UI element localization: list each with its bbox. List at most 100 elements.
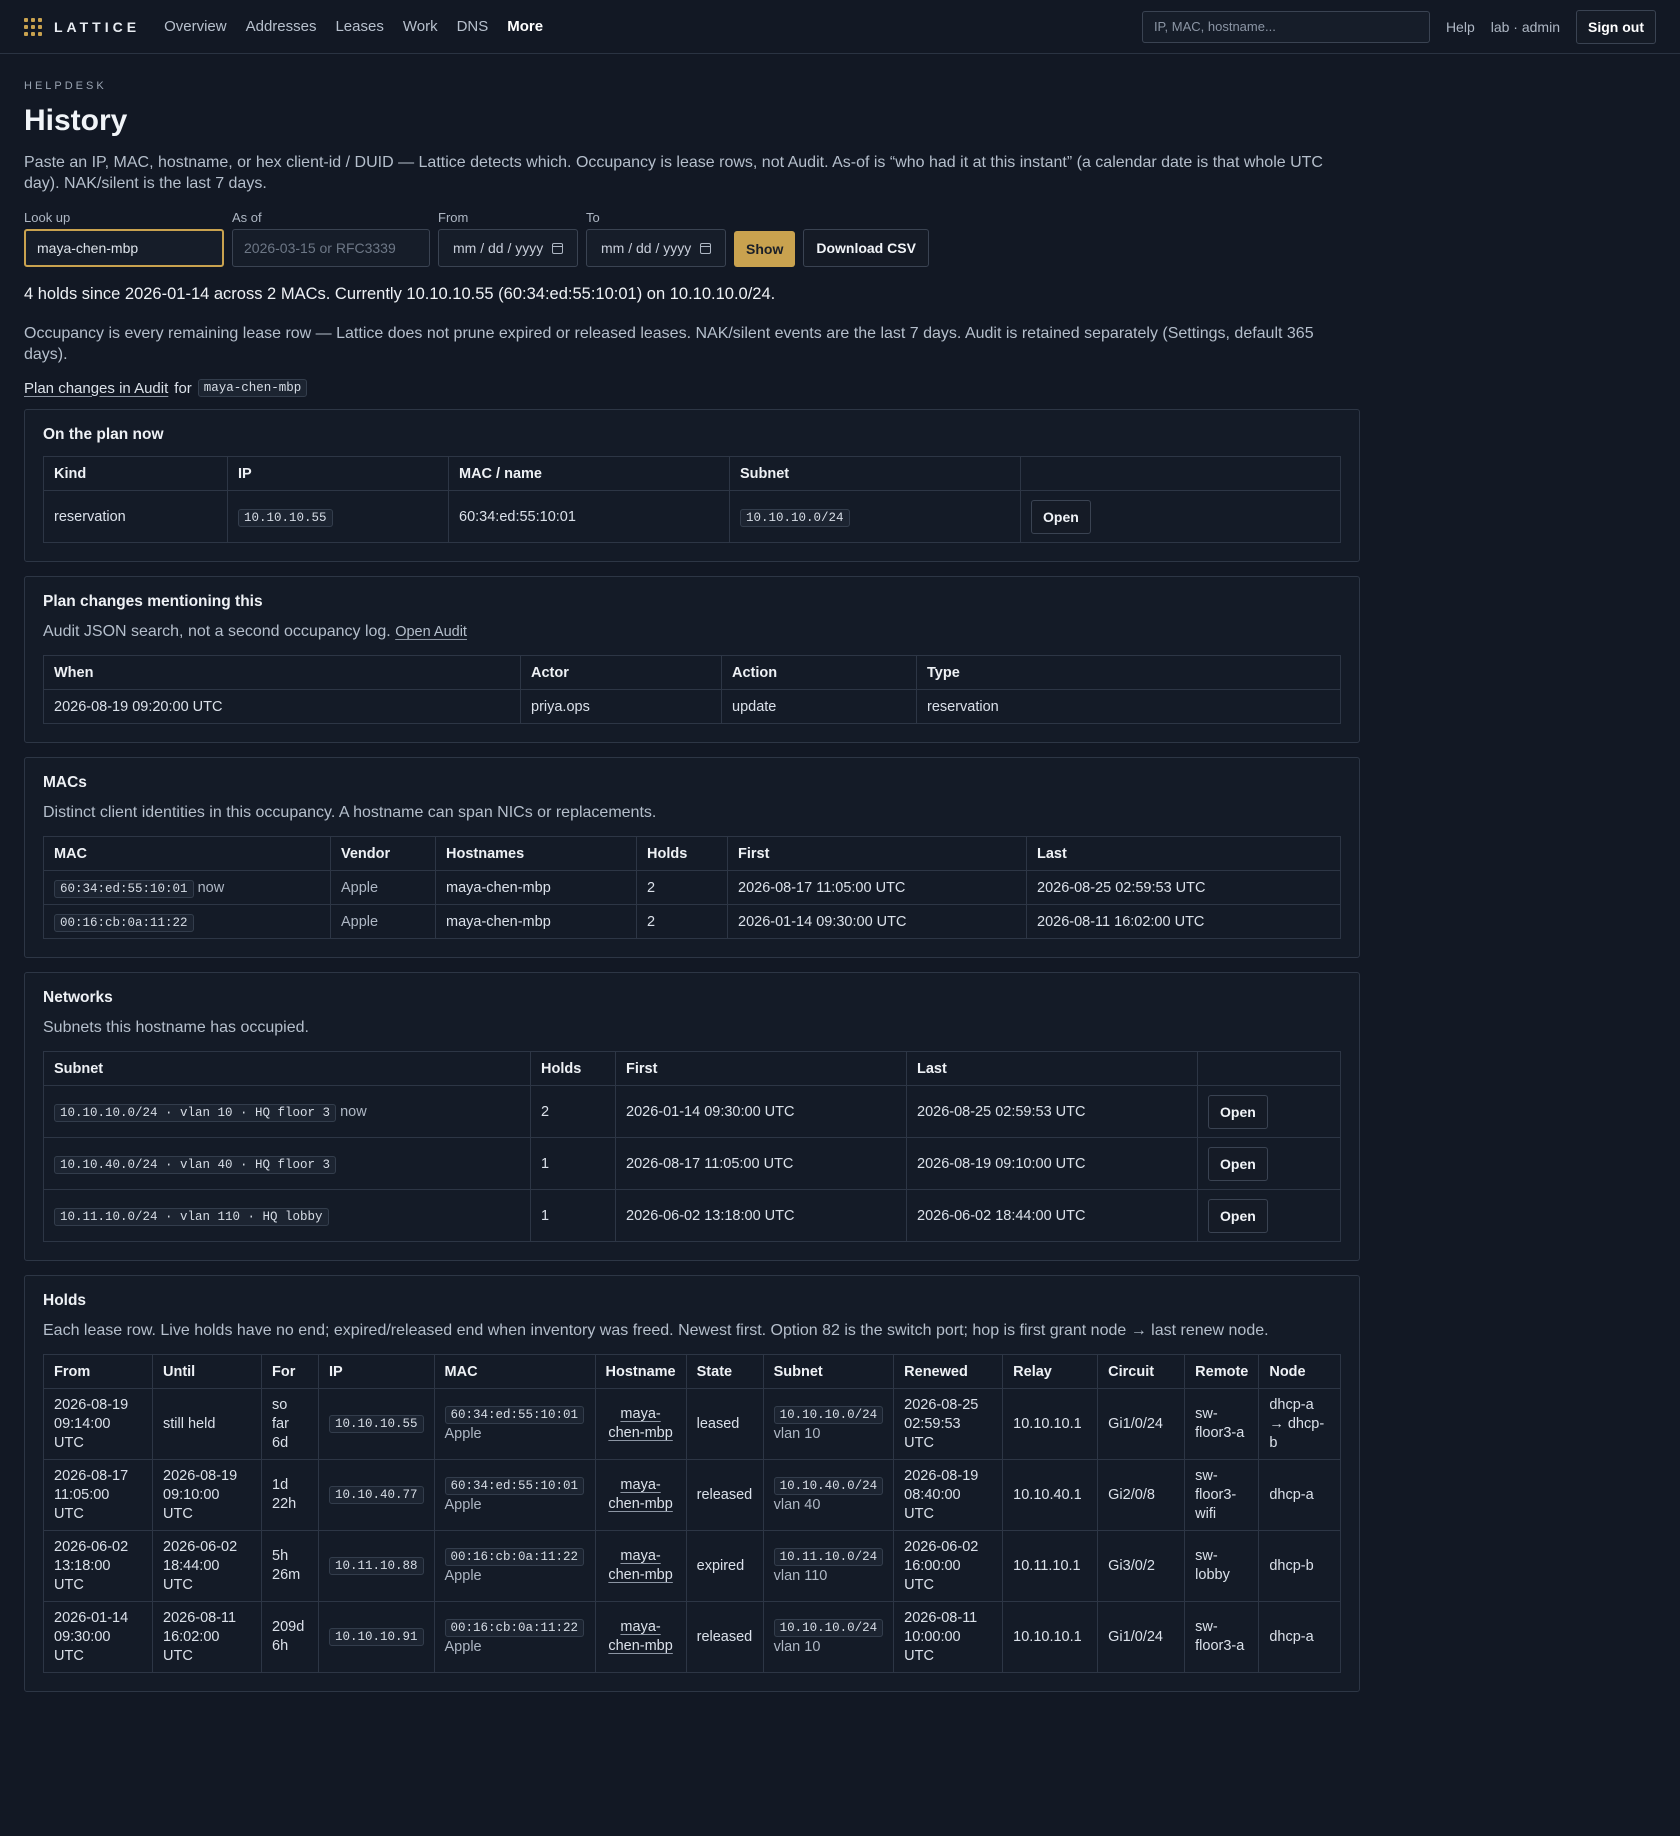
- column-header: Renewed: [893, 1354, 1004, 1389]
- logo[interactable]: LATTICE: [24, 17, 140, 36]
- panel-title: MACs: [43, 774, 87, 791]
- hostname-link[interactable]: maya-chen-mbp: [608, 1477, 672, 1512]
- for-cell: 1d 22h: [261, 1459, 319, 1531]
- nav-more[interactable]: More: [507, 18, 543, 35]
- global-search-input[interactable]: [1141, 10, 1430, 43]
- mac-cell: 60:34:ed:55:10:01: [448, 490, 730, 543]
- open-button[interactable]: Open: [1031, 499, 1091, 534]
- nav-overview[interactable]: Overview: [164, 18, 227, 35]
- table-row: 2026-01-14 09:30:00 UTC 2026-08-11 16:02:…: [43, 1601, 1341, 1673]
- relay-cell: 10.10.10.1: [1002, 1601, 1099, 1673]
- first-cell: 2026-08-17 11:05:00 UTC: [727, 870, 1027, 905]
- asof-label: As of: [232, 210, 262, 225]
- mac-code: 60:34:ed:55:10:01: [444, 1405, 585, 1424]
- open-button[interactable]: Open: [1208, 1094, 1268, 1129]
- node-cell: dhcp-a: [1258, 1459, 1341, 1531]
- remote-cell: sw-floor3-a: [1184, 1388, 1260, 1460]
- column-header: State: [685, 1354, 764, 1389]
- mac-cell: 00:16:cb:0a:11:22: [43, 904, 331, 939]
- column-header: For: [261, 1354, 319, 1389]
- when-cell: 2026-08-19 09:20:00 UTC: [43, 689, 521, 724]
- ip-code: 10.10.10.55: [329, 1415, 424, 1433]
- renewed-cell: 2026-08-25 02:59:53 UTC: [893, 1388, 1004, 1460]
- to-date-input[interactable]: mm / dd / yyyy: [586, 229, 726, 267]
- to-field: To mm / dd / yyyy: [586, 210, 726, 267]
- asof-input[interactable]: [232, 229, 430, 267]
- lookup-input[interactable]: [24, 229, 224, 267]
- column-header: Type: [916, 655, 1341, 690]
- table-row: 10.11.10.0/24 · vlan 110 · HQ lobby 1 20…: [43, 1189, 1341, 1242]
- subnet-code: 10.10.10.0/24: [773, 1618, 884, 1637]
- holds-cell: 2: [636, 904, 728, 939]
- panel-description: Each lease row. Live holds have no end; …: [43, 1322, 1269, 1339]
- plan-changes-audit-link[interactable]: Plan changes in Audit: [24, 380, 168, 397]
- circuit-cell: Gi1/0/24: [1097, 1601, 1186, 1673]
- state-cell: released: [685, 1601, 764, 1673]
- node-cell: dhcp-a: [1258, 1601, 1341, 1673]
- show-button[interactable]: Show: [734, 231, 796, 267]
- nav-work[interactable]: Work: [403, 18, 438, 35]
- mac-code: 60:34:ed:55:10:01: [444, 1476, 585, 1495]
- hostname-cell: maya-chen-mbp: [594, 1530, 687, 1602]
- for-cell: 209d 6h: [261, 1601, 319, 1673]
- column-header: Holds: [530, 1051, 616, 1086]
- column-header: Hostnames: [435, 836, 637, 871]
- download-csv-button[interactable]: Download CSV: [803, 229, 929, 267]
- subnet-code: 10.10.10.0/24: [773, 1405, 884, 1424]
- mac-cell: 60:34:ed:55:10:01 Apple: [433, 1459, 596, 1531]
- first-cell: 2026-01-14 09:30:00 UTC: [727, 904, 1027, 939]
- page-intro: Paste an IP, MAC, hostname, or hex clien…: [24, 154, 1323, 192]
- holds-rows: 2026-08-19 09:14:00 UTC still held so far …: [43, 1388, 1341, 1673]
- action-cell: Open: [1197, 1137, 1341, 1190]
- table-row: 2026-08-17 11:05:00 UTC 2026-08-19 09:10:…: [43, 1459, 1341, 1531]
- subnet-cell: 10.10.10.0/24 vlan 10: [762, 1388, 895, 1460]
- hostname-cell: maya-chen-mbp: [594, 1459, 687, 1531]
- nav-leases[interactable]: Leases: [335, 18, 383, 35]
- ip-code: 10.10.10.55: [238, 508, 333, 527]
- first-cell: 2026-06-02 13:18:00 UTC: [615, 1189, 907, 1242]
- main-nav: Overview Addresses Leases Work DNS More: [164, 18, 543, 35]
- ip-cell: 10.10.10.91: [318, 1601, 435, 1673]
- table-row: 10.10.40.0/24 · vlan 40 · HQ floor 3 1 2…: [43, 1137, 1341, 1190]
- circuit-cell: Gi2/0/8: [1097, 1459, 1186, 1531]
- holds-table: From Until For IP MAC Hostname State Sub…: [43, 1354, 1341, 1673]
- table-row: 10.10.10.0/24 · vlan 10 · HQ floor 3 now…: [43, 1085, 1341, 1138]
- column-header: [1197, 1051, 1341, 1086]
- hostname-link[interactable]: maya-chen-mbp: [608, 1548, 672, 1583]
- sign-out-button[interactable]: Sign out: [1576, 9, 1656, 44]
- plan-changes-desc: Audit JSON search, not a second occupanc…: [43, 623, 391, 640]
- column-header: Holds: [636, 836, 728, 871]
- open-button[interactable]: Open: [1208, 1198, 1268, 1233]
- state-cell: released: [685, 1459, 764, 1531]
- vendor-label: Apple: [444, 1567, 482, 1584]
- column-header: First: [615, 1051, 907, 1086]
- open-button[interactable]: Open: [1208, 1146, 1268, 1181]
- table-row: reservation 10.10.10.55 60:34:ed:55:10:0…: [43, 490, 1341, 543]
- asof-field: As of: [232, 210, 430, 267]
- from-date-input[interactable]: mm / dd / yyyy: [438, 229, 578, 267]
- ip-cell: 10.11.10.88: [318, 1530, 435, 1602]
- nav-addresses[interactable]: Addresses: [246, 18, 317, 35]
- panel-description: Audit JSON search, not a second occupanc…: [43, 623, 1341, 641]
- plan-now-table: Kind IP MAC / name Subnet reservation 10…: [43, 456, 1341, 543]
- panel-title: Networks: [43, 989, 113, 1006]
- column-header: Kind: [43, 456, 228, 491]
- from-cell: 2026-08-19 09:14:00 UTC: [43, 1388, 153, 1460]
- holds-panel: Holds Each lease row. Live holds have no…: [24, 1275, 1360, 1692]
- column-header: Subnet: [43, 1051, 531, 1086]
- type-cell: reservation: [916, 689, 1341, 724]
- plan-changes-link-row: Plan changes in Audit for maya-chen-mbp: [24, 379, 1360, 397]
- hostname-link[interactable]: maya-chen-mbp: [608, 1619, 672, 1654]
- vendor-label: Apple: [444, 1425, 482, 1442]
- nav-dns[interactable]: DNS: [457, 18, 489, 35]
- subnet-code: 10.11.10.0/24: [773, 1547, 884, 1566]
- remote-cell: sw-lobby: [1184, 1530, 1260, 1602]
- renewed-cell: 2026-08-19 08:40:00 UTC: [893, 1459, 1004, 1531]
- hostname-link[interactable]: maya-chen-mbp: [608, 1406, 672, 1441]
- calendar-icon[interactable]: [552, 242, 563, 254]
- help-link[interactable]: Help: [1446, 19, 1475, 35]
- from-label: From: [438, 210, 469, 225]
- open-audit-link[interactable]: Open Audit: [395, 624, 467, 640]
- calendar-icon[interactable]: [700, 242, 711, 254]
- subnet-cell: 10.11.10.0/24 vlan 110: [762, 1530, 895, 1602]
